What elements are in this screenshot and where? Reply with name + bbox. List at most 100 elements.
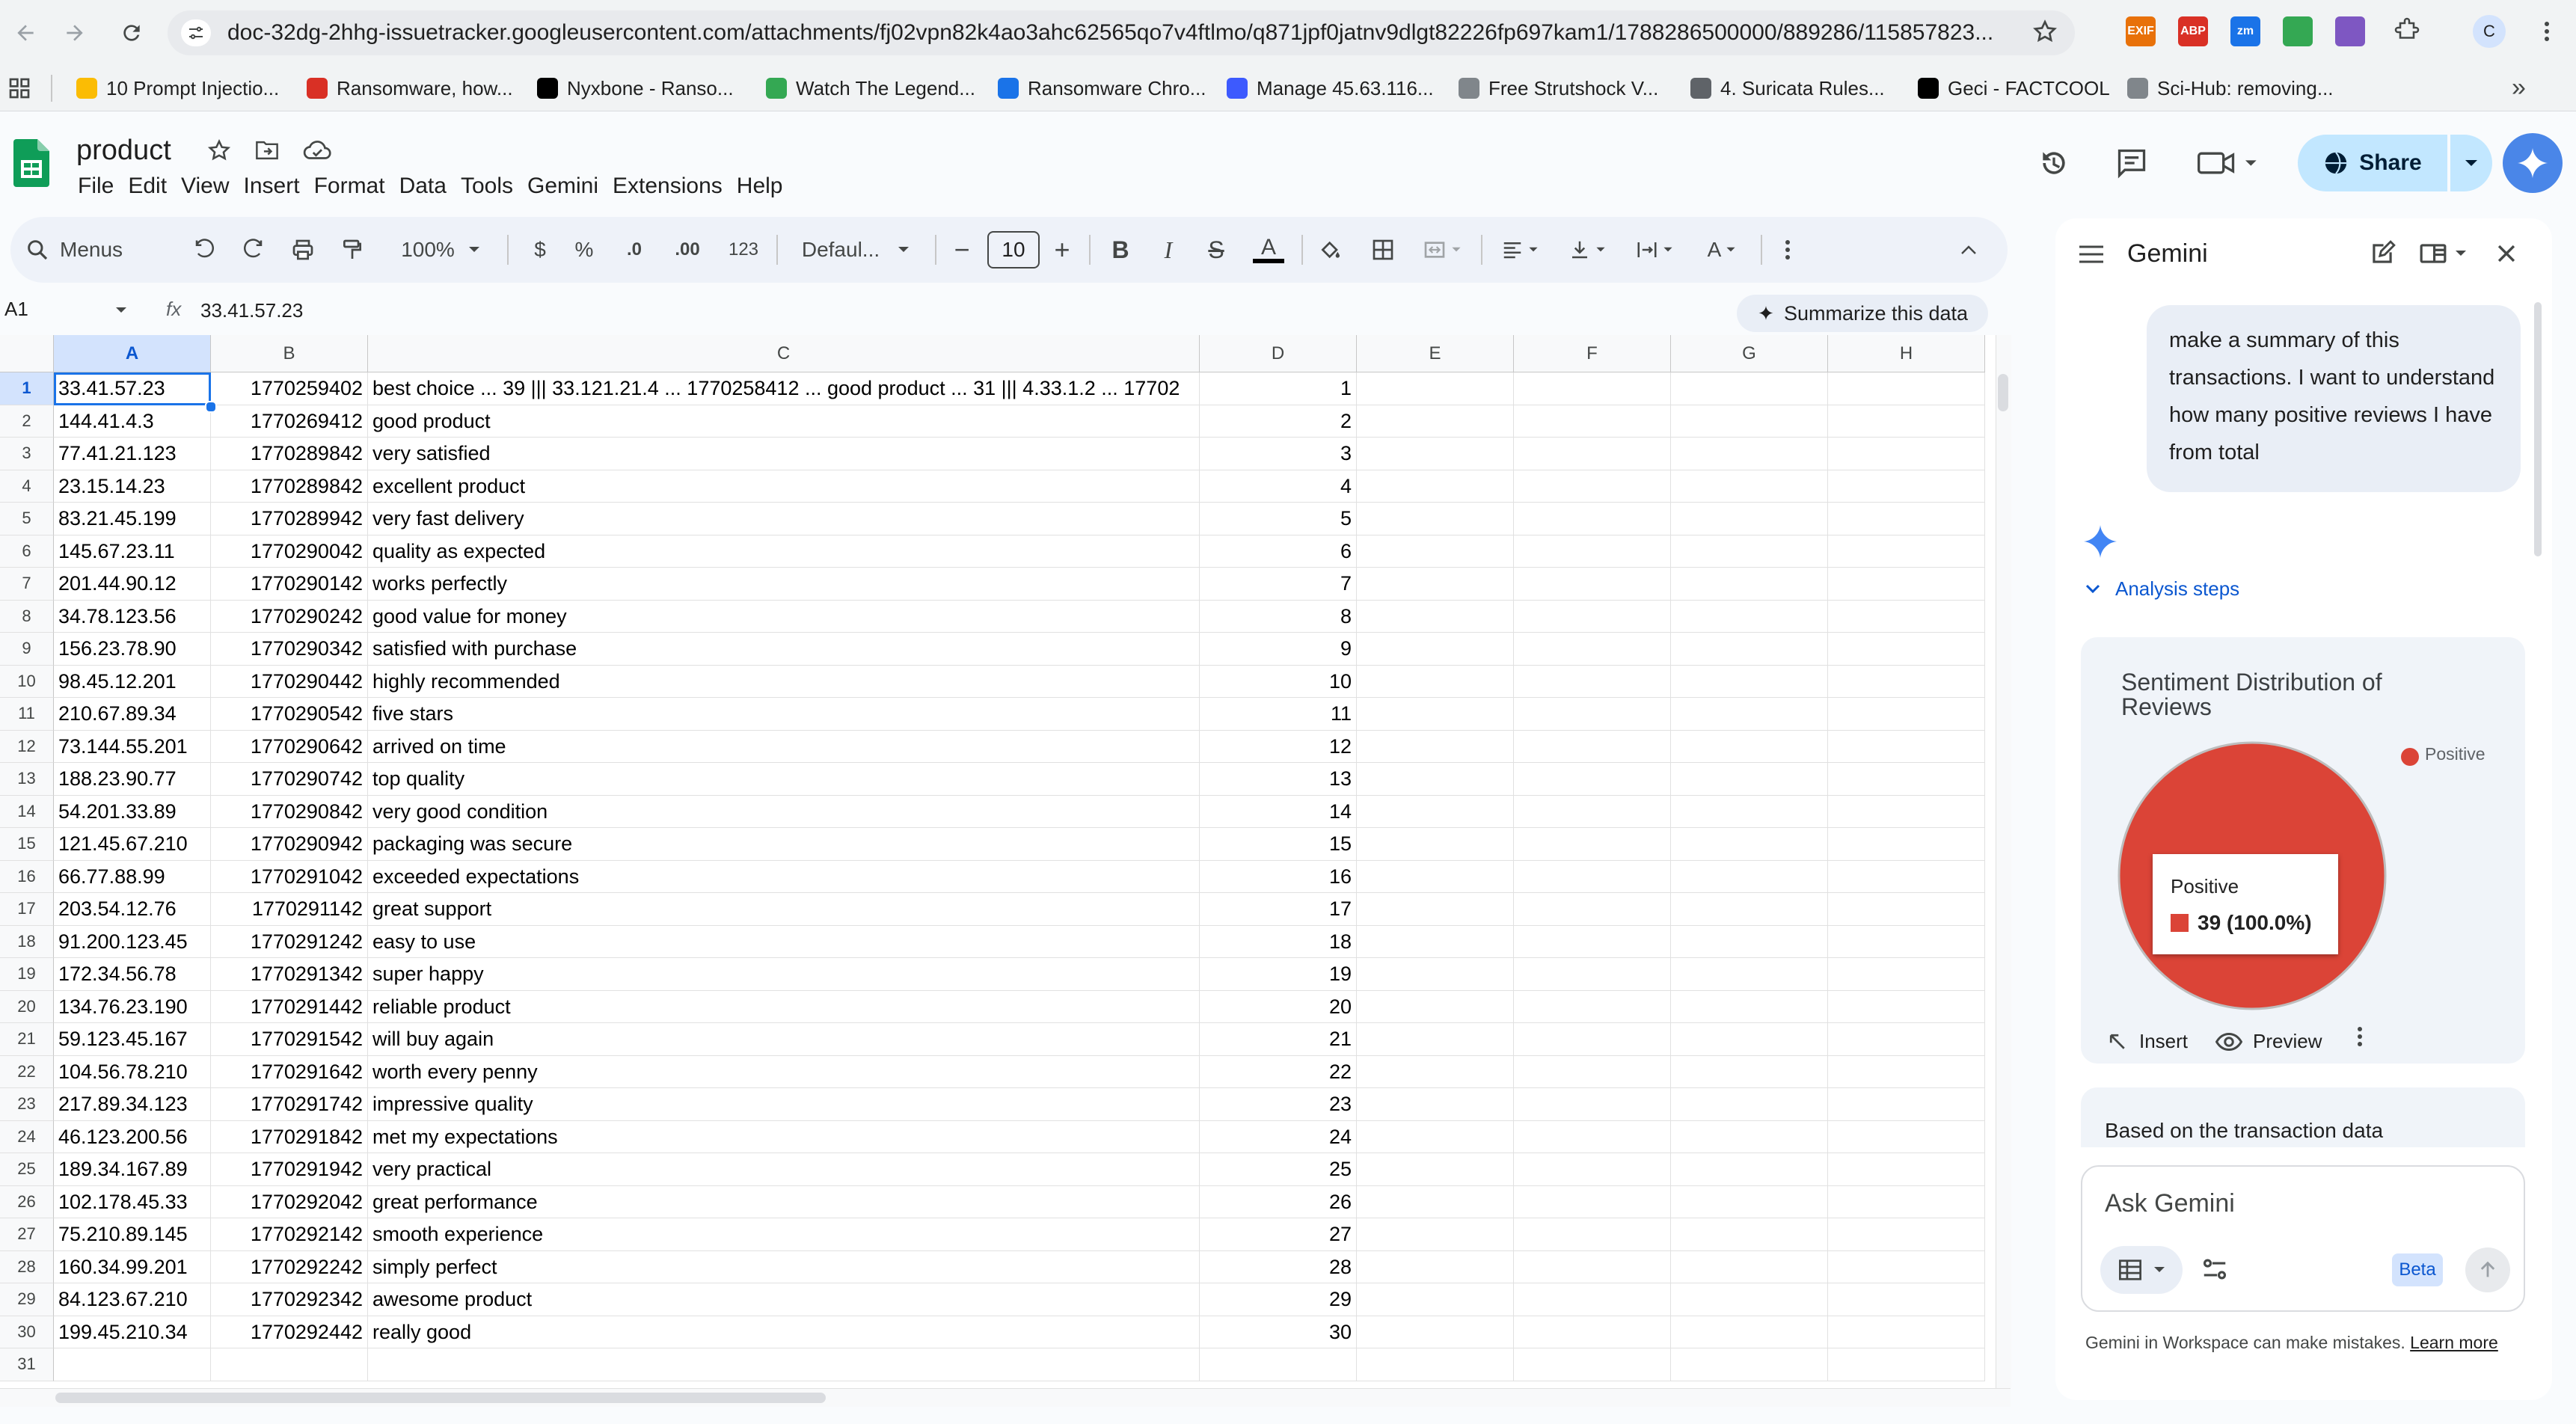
- forward-button[interactable]: [54, 12, 96, 54]
- more-options-icon[interactable]: [1771, 227, 1804, 272]
- cell-d13[interactable]: 13: [1200, 763, 1357, 796]
- collapse-toolbar-icon[interactable]: [1952, 227, 1985, 272]
- cell-b16[interactable]: 1770291042: [211, 860, 368, 893]
- column-header-b[interactable]: B: [211, 335, 368, 372]
- document-title[interactable]: product: [76, 135, 171, 167]
- cell-c23[interactable]: impressive quality: [368, 1088, 1200, 1121]
- cell-g18[interactable]: [1671, 925, 1828, 958]
- cell-a9[interactable]: 156.23.78.90: [54, 633, 211, 666]
- font-size-input[interactable]: 10: [987, 231, 1040, 268]
- sheets-logo-icon[interactable]: [13, 139, 49, 187]
- row-header[interactable]: 17: [0, 893, 54, 926]
- cell-d17[interactable]: 17: [1200, 893, 1357, 926]
- cell-f9[interactable]: [1514, 633, 1671, 666]
- cell-e21[interactable]: [1357, 1023, 1514, 1056]
- cell-e29[interactable]: [1357, 1283, 1514, 1316]
- reload-button[interactable]: [111, 12, 153, 54]
- row-header[interactable]: 4: [0, 470, 54, 503]
- new-chat-icon[interactable]: [2368, 239, 2396, 268]
- cell-a14[interactable]: 54.201.33.89: [54, 795, 211, 828]
- cell-d29[interactable]: 29: [1200, 1283, 1357, 1316]
- menu-gemini[interactable]: Gemini: [527, 172, 613, 200]
- row-header[interactable]: 1: [0, 372, 54, 405]
- cell-g4[interactable]: [1671, 470, 1828, 503]
- cell-h4[interactable]: [1828, 470, 1985, 503]
- panel-layout-icon[interactable]: [2419, 241, 2467, 266]
- cell-c27[interactable]: smooth experience: [368, 1218, 1200, 1251]
- column-header-c[interactable]: C: [368, 335, 1200, 372]
- cell-b17[interactable]: 1770291142: [211, 893, 368, 926]
- cell-e22[interactable]: [1357, 1055, 1514, 1088]
- cell-e27[interactable]: [1357, 1218, 1514, 1251]
- bookmark-item[interactable]: Free Strutshock V...: [1459, 73, 1658, 103]
- meet-video-icon[interactable]: [2192, 142, 2266, 184]
- row-header[interactable]: 23: [0, 1088, 54, 1121]
- cell-c25[interactable]: very practical: [368, 1153, 1200, 1186]
- cell-h25[interactable]: [1828, 1153, 1985, 1186]
- cell-d12[interactable]: 12: [1200, 730, 1357, 763]
- cell-g29[interactable]: [1671, 1283, 1828, 1316]
- adblock-icon[interactable]: ABP: [2178, 16, 2208, 46]
- paint-format-icon[interactable]: [334, 227, 371, 272]
- table-context-button[interactable]: [2100, 1246, 2183, 1294]
- cell-g12[interactable]: [1671, 730, 1828, 763]
- cell-b31[interactable]: [211, 1348, 368, 1381]
- cell-f29[interactable]: [1514, 1283, 1671, 1316]
- back-button[interactable]: [4, 12, 46, 54]
- cell-a18[interactable]: 91.200.123.45: [54, 925, 211, 958]
- cell-g11[interactable]: [1671, 698, 1828, 731]
- row-header[interactable]: 24: [0, 1120, 54, 1153]
- cell-e28[interactable]: [1357, 1250, 1514, 1283]
- vertical-align-icon[interactable]: [1559, 227, 1616, 272]
- cell-g3[interactable]: [1671, 438, 1828, 470]
- move-folder-icon[interactable]: [254, 139, 280, 162]
- bookmark-item[interactable]: Ransomware, how...: [307, 73, 513, 103]
- cell-f27[interactable]: [1514, 1218, 1671, 1251]
- share-button[interactable]: Share: [2298, 135, 2447, 191]
- preview-chart-button[interactable]: Preview: [2215, 1030, 2322, 1053]
- cell-b27[interactable]: 1770292142: [211, 1218, 368, 1251]
- cell-g5[interactable]: [1671, 503, 1828, 535]
- fill-handle[interactable]: [205, 401, 217, 413]
- cell-b22[interactable]: 1770291642: [211, 1055, 368, 1088]
- cell-c7[interactable]: works perfectly: [368, 568, 1200, 601]
- row-header[interactable]: 5: [0, 503, 54, 535]
- cell-a23[interactable]: 217.89.34.123: [54, 1088, 211, 1121]
- cell-e25[interactable]: [1357, 1153, 1514, 1186]
- cell-d21[interactable]: 21: [1200, 1023, 1357, 1056]
- cell-d5[interactable]: 5: [1200, 503, 1357, 535]
- cell-b1[interactable]: 1770259402: [211, 372, 368, 405]
- number-format-button[interactable]: 123: [721, 227, 766, 272]
- cell-c22[interactable]: worth every penny: [368, 1055, 1200, 1088]
- percent-format-button[interactable]: %: [565, 227, 603, 272]
- cell-g22[interactable]: [1671, 1055, 1828, 1088]
- select-all-corner[interactable]: [0, 335, 54, 372]
- cell-a17[interactable]: 203.54.12.76: [54, 893, 211, 926]
- cell-g8[interactable]: [1671, 600, 1828, 633]
- close-icon[interactable]: [2494, 241, 2519, 266]
- send-button[interactable]: [2465, 1247, 2510, 1292]
- column-header-e[interactable]: E: [1357, 335, 1514, 372]
- formula-input[interactable]: 33.41.57.23: [200, 299, 303, 322]
- row-header[interactable]: 8: [0, 600, 54, 633]
- cell-f24[interactable]: [1514, 1120, 1671, 1153]
- row-header[interactable]: 16: [0, 860, 54, 893]
- cell-d16[interactable]: 16: [1200, 860, 1357, 893]
- cell-h30[interactable]: [1828, 1316, 1985, 1348]
- row-header[interactable]: 11: [0, 698, 54, 731]
- cell-f23[interactable]: [1514, 1088, 1671, 1121]
- cell-h3[interactable]: [1828, 438, 1985, 470]
- cell-g1[interactable]: [1671, 372, 1828, 405]
- horizontal-scroll-thumb[interactable]: [55, 1393, 826, 1403]
- cell-e11[interactable]: [1357, 698, 1514, 731]
- cell-a25[interactable]: 189.34.167.89: [54, 1153, 211, 1186]
- cell-a11[interactable]: 210.67.89.34: [54, 698, 211, 731]
- bookmark-item[interactable]: Manage 45.63.116...: [1227, 73, 1434, 103]
- cell-b21[interactable]: 1770291542: [211, 1023, 368, 1056]
- cell-b4[interactable]: 1770289842: [211, 470, 368, 503]
- italic-icon[interactable]: I: [1152, 227, 1185, 272]
- cell-b3[interactable]: 1770289842: [211, 438, 368, 470]
- row-header[interactable]: 18: [0, 925, 54, 958]
- cell-f1[interactable]: [1514, 372, 1671, 405]
- column-header-h[interactable]: H: [1828, 335, 1985, 372]
